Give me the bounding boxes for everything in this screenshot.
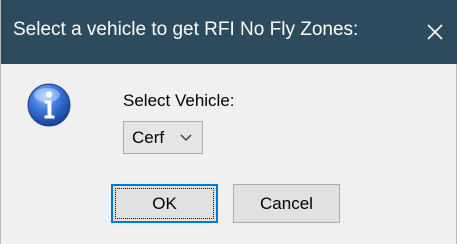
cancel-button[interactable]: Cancel <box>233 184 340 223</box>
vehicle-select[interactable]: Cerf <box>123 121 203 154</box>
ok-button[interactable]: OK <box>111 184 218 223</box>
title-bar: Select a vehicle to get RFI No Fly Zones… <box>1 0 457 64</box>
dialog-title: Select a vehicle to get RFI No Fly Zones… <box>13 19 359 40</box>
vehicle-select-value: Cerf <box>132 128 165 147</box>
close-button[interactable] <box>412 0 457 64</box>
chevron-down-icon <box>180 134 192 141</box>
dialog-window: Select a vehicle to get RFI No Fly Zones… <box>0 0 457 244</box>
close-icon <box>427 24 443 40</box>
focus-ring <box>115 188 214 219</box>
select-vehicle-label: Select Vehicle: <box>123 91 235 110</box>
cancel-button-label: Cancel <box>260 194 313 213</box>
info-icon <box>27 83 71 127</box>
